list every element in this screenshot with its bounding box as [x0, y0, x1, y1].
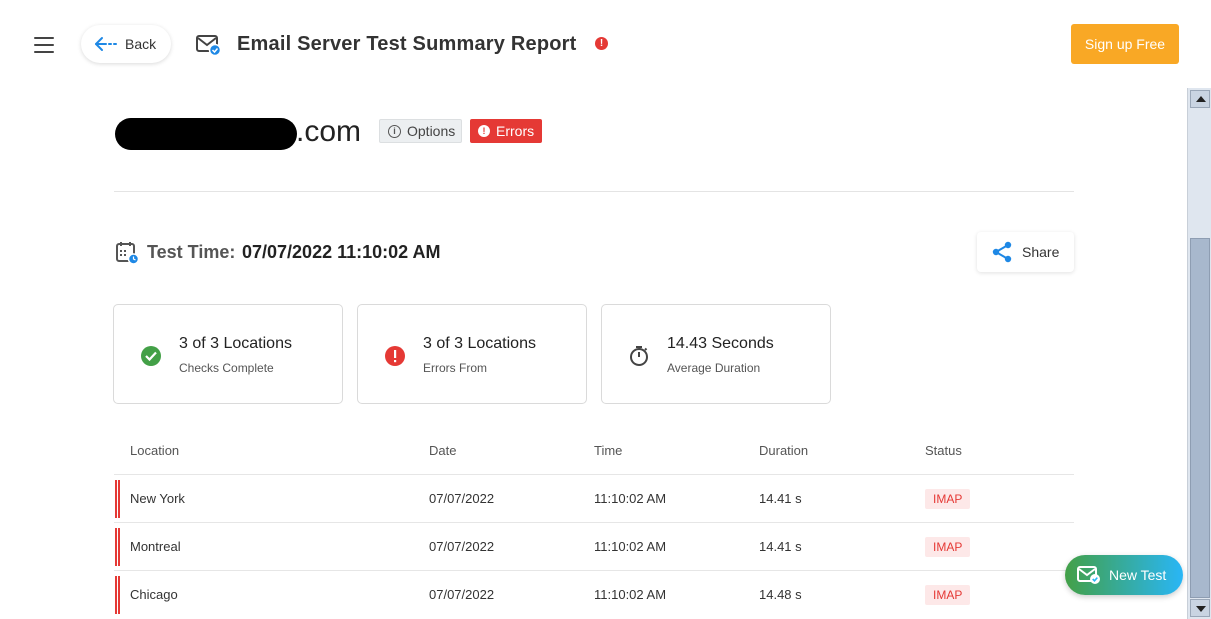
status-badge: IMAP [925, 585, 971, 605]
scroll-up-arrow-icon[interactable] [1190, 90, 1210, 108]
share-icon [992, 241, 1012, 263]
errors-from-card: 3 of 3 Locations Errors From [357, 304, 587, 404]
sign-up-free-button[interactable]: Sign up Free [1071, 24, 1179, 64]
card-sub-text: Average Duration [667, 361, 761, 375]
stopwatch-icon [630, 346, 648, 366]
cell-duration: 14.48 s [759, 587, 802, 602]
vertical-scrollbar[interactable] [1187, 88, 1211, 619]
column-header-date[interactable]: Date [429, 443, 456, 458]
back-button[interactable]: Back [81, 25, 171, 63]
card-sub-text: Errors From [423, 361, 487, 375]
check-circle-icon [141, 346, 161, 366]
arrow-left-icon [95, 37, 117, 51]
error-indicator [115, 528, 120, 566]
card-main-text: 3 of 3 Locations [423, 335, 536, 352]
checks-complete-card: 3 of 3 Locations Checks Complete [113, 304, 343, 404]
cell-time: 11:10:02 AM [594, 587, 667, 602]
calendar-clock-icon [116, 242, 140, 265]
column-header-duration[interactable]: Duration [759, 443, 808, 458]
cell-duration: 14.41 s [759, 491, 802, 506]
card-main-text: 3 of 3 Locations [179, 335, 292, 352]
scroll-down-arrow-icon[interactable] [1190, 599, 1210, 617]
mail-check-icon [196, 35, 222, 57]
new-test-label: New Test [1109, 567, 1167, 583]
cell-time: 11:10:02 AM [594, 491, 667, 506]
cell-time: 11:10:02 AM [594, 539, 667, 554]
redacted-domain [115, 118, 297, 150]
column-header-time[interactable]: Time [594, 443, 622, 458]
test-time-value: 07/07/2022 11:10:02 AM [242, 242, 441, 262]
options-label: Options [407, 123, 456, 139]
status-badge: IMAP [925, 489, 971, 509]
cell-duration: 14.41 s [759, 539, 802, 554]
table-row[interactable]: Chicago 07/07/2022 11:10:02 AM 14.48 s I… [114, 570, 1074, 618]
alert-icon: ! [595, 37, 608, 50]
table-row[interactable]: New York 07/07/2022 11:10:02 AM 14.41 s … [114, 474, 1074, 522]
cell-date: 07/07/2022 [429, 491, 495, 506]
hamburger-menu-icon[interactable] [34, 37, 54, 53]
error-indicator [115, 576, 120, 614]
column-header-location[interactable]: Location [130, 443, 179, 458]
back-label: Back [125, 36, 157, 52]
page-title: Email Server Test Summary Report [237, 33, 577, 55]
error-circle-icon [385, 346, 405, 366]
top-header: Back Email Server Test Summary Report ! … [0, 0, 1211, 88]
errors-button[interactable]: ! Errors [470, 119, 542, 143]
cell-location: Montreal [130, 539, 181, 554]
options-button[interactable]: i Options [379, 119, 462, 143]
error-indicator [115, 480, 120, 518]
cell-date: 07/07/2022 [429, 539, 495, 554]
table-row[interactable]: Montreal 07/07/2022 11:10:02 AM 14.41 s … [114, 522, 1074, 570]
cell-date: 07/07/2022 [429, 587, 495, 602]
share-label: Share [1022, 244, 1060, 260]
card-sub-text: Checks Complete [179, 361, 274, 375]
average-duration-card: 14.43 Seconds Average Duration [601, 304, 831, 404]
errors-label: Errors [496, 123, 535, 139]
status-badge: IMAP [925, 537, 971, 557]
scrollbar-thumb[interactable] [1190, 238, 1210, 598]
info-icon: i [388, 124, 401, 138]
domain-suffix: .com [296, 115, 362, 148]
new-test-button[interactable]: New Test [1065, 555, 1183, 595]
share-button[interactable]: Share [977, 232, 1074, 272]
test-time-label: Test Time: [147, 242, 236, 262]
divider [114, 191, 1074, 192]
card-main-text: 14.43 Seconds [667, 335, 774, 352]
cell-location: Chicago [130, 587, 178, 602]
column-header-status[interactable]: Status [925, 443, 962, 458]
error-icon: ! [478, 125, 490, 137]
mail-check-icon [1077, 566, 1100, 584]
cell-location: New York [130, 491, 185, 506]
